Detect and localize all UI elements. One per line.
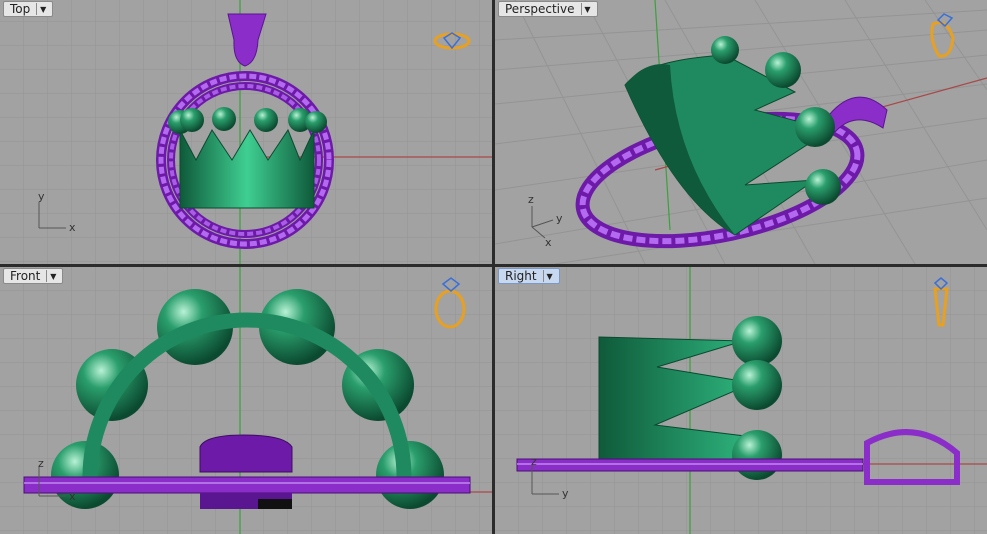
viewport-perspective-canvas [495, 0, 987, 264]
viewport-perspective[interactable]: z y x Perspective ▼ [495, 0, 987, 264]
viewport-tab-perspective[interactable]: Perspective ▼ [498, 1, 598, 17]
chevron-down-icon[interactable]: ▼ [580, 3, 594, 15]
viewport-tab-label: Front [10, 269, 41, 283]
viewport-top-canvas [0, 0, 492, 264]
bezel [516, 458, 864, 472]
chevron-down-icon[interactable]: ▼ [542, 270, 556, 282]
viewport-tab-label: Right [505, 269, 537, 283]
crown-balls [732, 316, 782, 480]
bail [199, 434, 293, 473]
viewport-right[interactable]: z y Right ▼ [495, 267, 987, 534]
bezel [23, 476, 471, 494]
viewport-front-canvas [0, 267, 492, 534]
viewport-front[interactable]: z x Front ▼ [0, 267, 492, 534]
viewport-tab-label: Top [10, 2, 31, 16]
viewport-tab-front[interactable]: Front ▼ [3, 268, 64, 284]
ring-view-icon [930, 13, 955, 58]
viewport-tab-right[interactable]: Right ▼ [498, 268, 560, 284]
viewport-tab-top[interactable]: Top ▼ [3, 1, 54, 17]
axis-gizmo [531, 206, 554, 239]
viewport-right-canvas [495, 267, 987, 534]
viewport-tab-label: Perspective [505, 2, 575, 16]
chevron-down-icon[interactable]: ▼ [36, 3, 49, 15]
chevron-down-icon[interactable]: ▼ [46, 270, 59, 282]
viewport-top[interactable]: y x Top ▼ [0, 0, 492, 264]
